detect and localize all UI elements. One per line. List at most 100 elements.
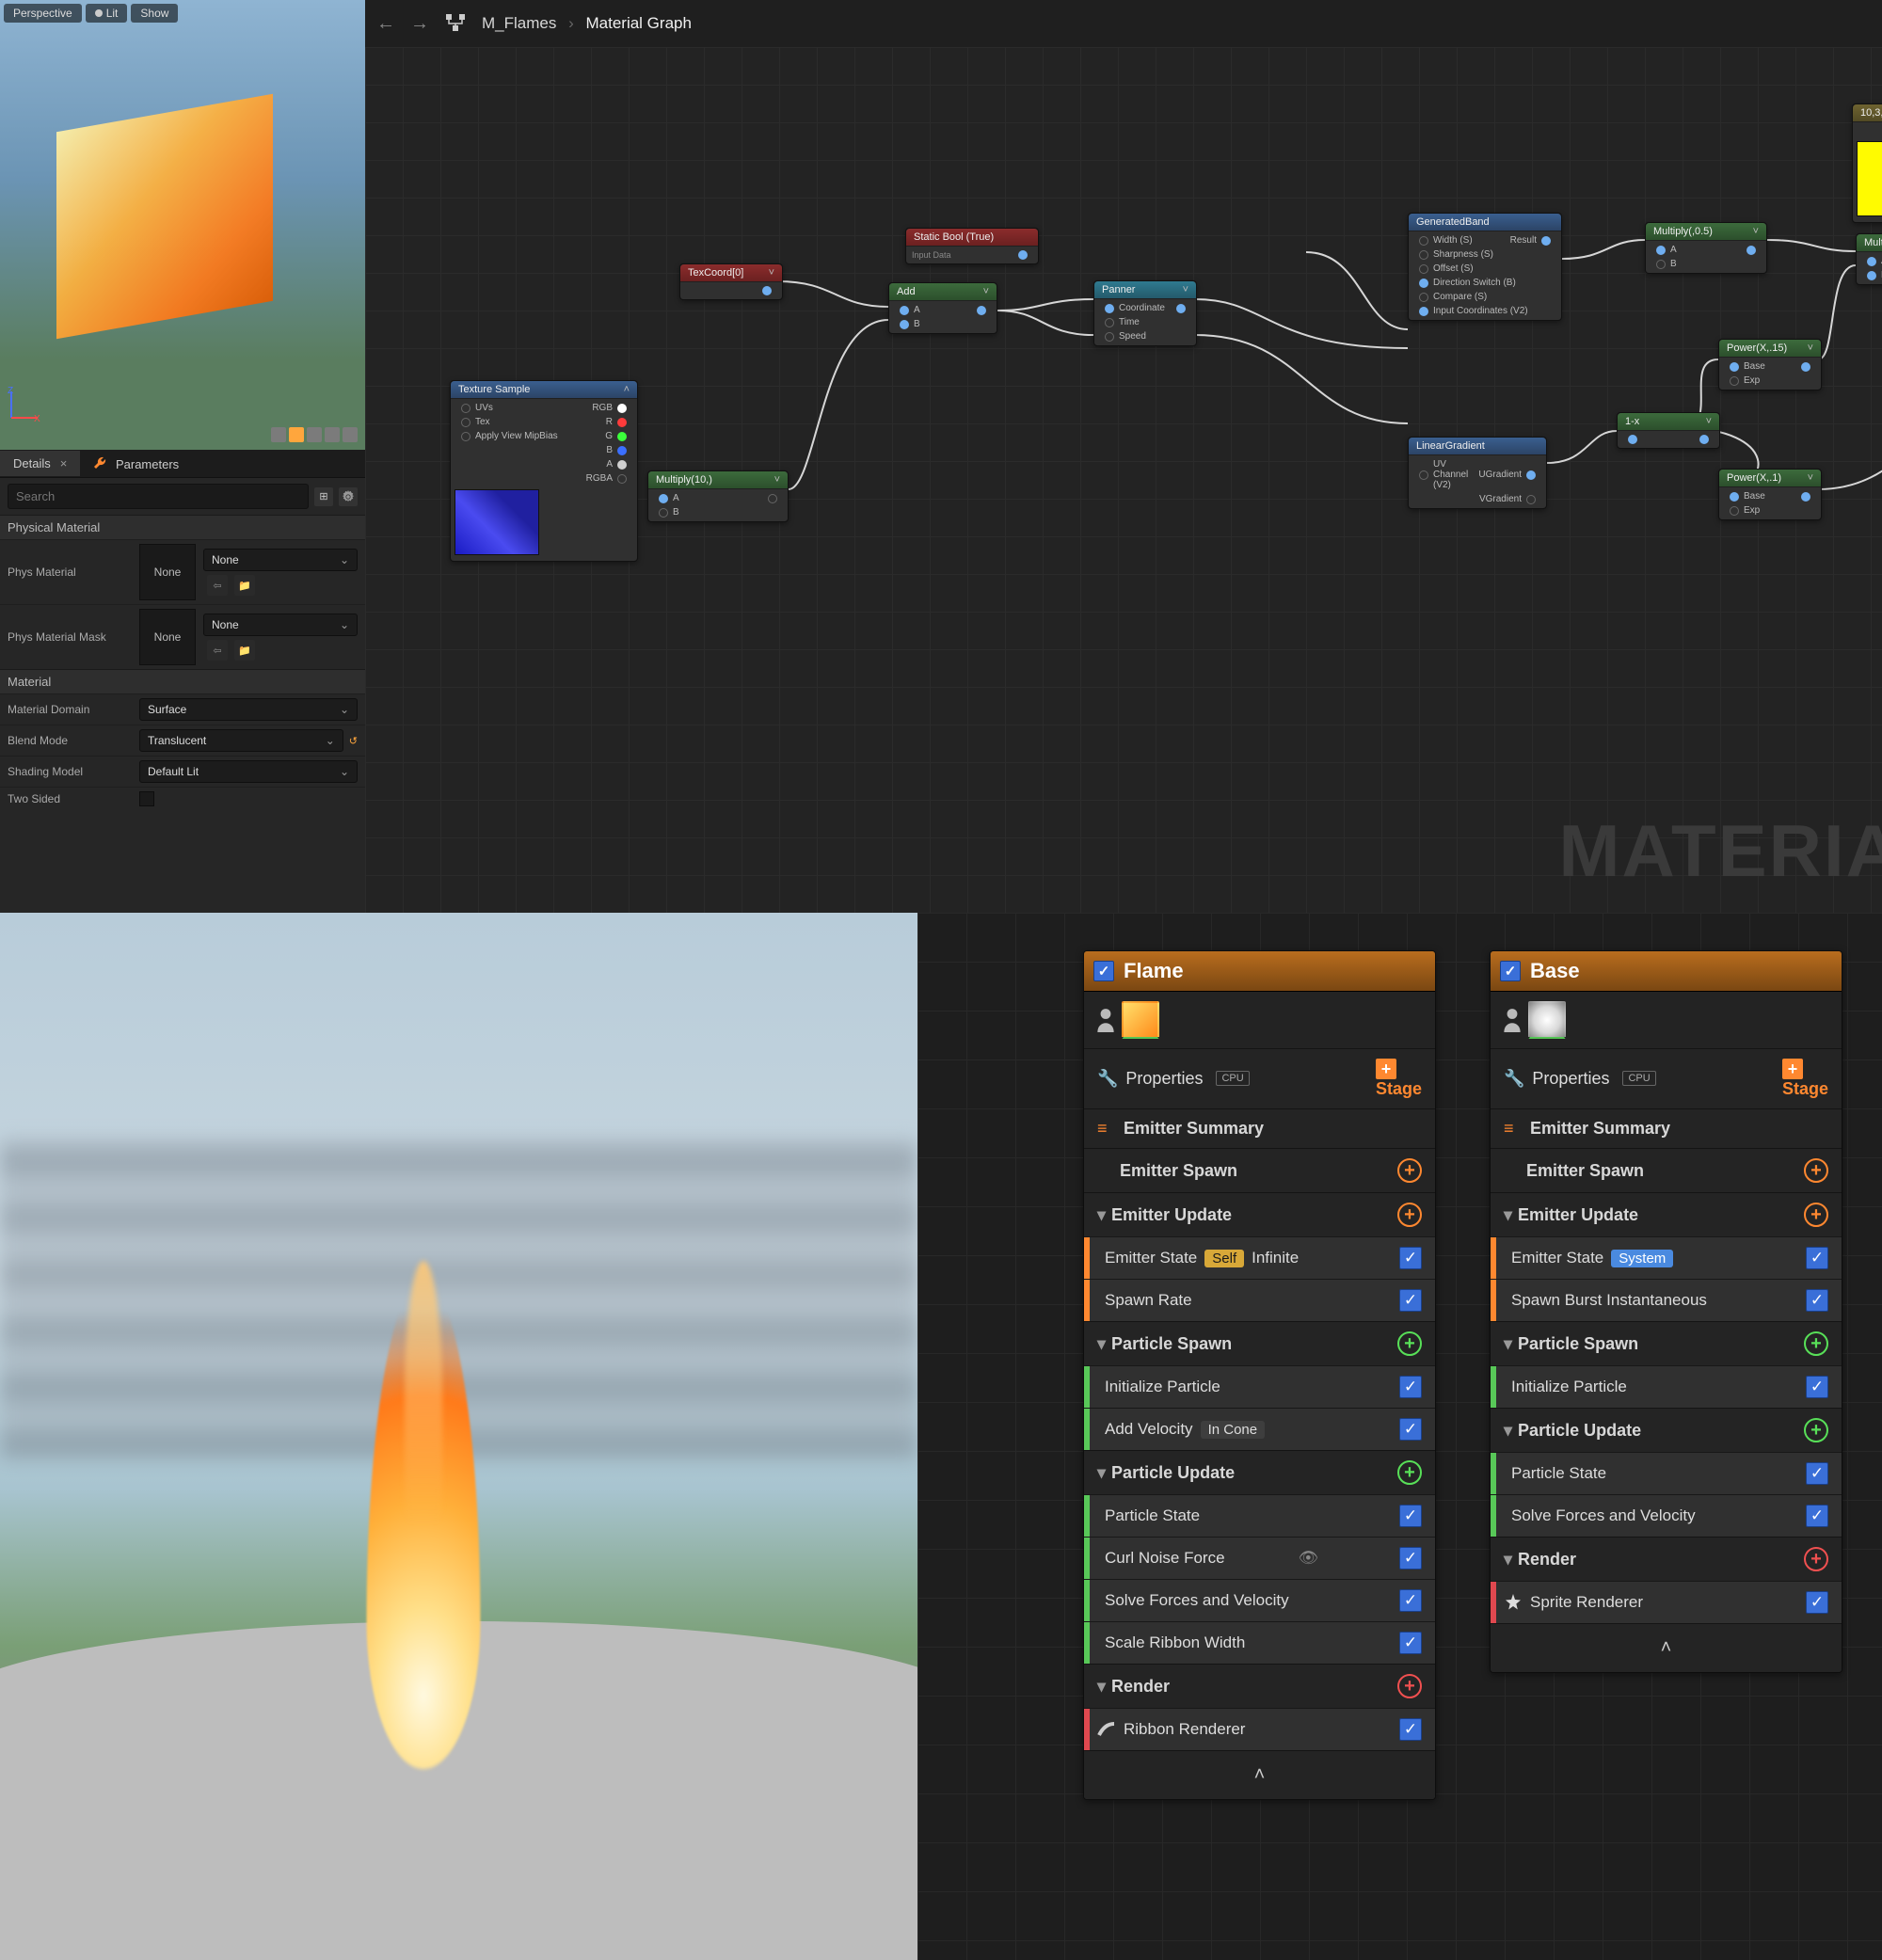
section-emitter-summary[interactable]: ≡Emitter Summary <box>1084 1108 1435 1148</box>
search-input[interactable] <box>8 484 309 509</box>
emitter-properties-row[interactable]: 🔧 Properties CPU +Stage <box>1491 1048 1842 1108</box>
module-checkbox[interactable]: ✓ <box>1399 1589 1422 1612</box>
enable-checkbox[interactable]: ✓ <box>1500 961 1521 981</box>
blend-mode-dropdown[interactable]: Translucent <box>139 729 343 752</box>
two-sided-checkbox[interactable] <box>139 791 154 806</box>
add-module-button[interactable]: + <box>1397 1674 1422 1698</box>
node-power-15[interactable]: Power(X,.15)˅ Base Exp <box>1718 339 1822 390</box>
settings-button[interactable] <box>339 487 358 506</box>
emitter-thumbnail[interactable] <box>1122 1001 1159 1039</box>
emitter-properties-row[interactable]: 🔧 Properties CPU +Stage <box>1084 1048 1435 1108</box>
node-generated-band[interactable]: GeneratedBand Width (S)Result Sharpness … <box>1408 213 1562 321</box>
tab-parameters[interactable]: Parameters <box>80 451 192 477</box>
section-emitter-summary[interactable]: ≡Emitter Summary <box>1491 1108 1842 1148</box>
emitter-flame-header[interactable]: ✓ Flame <box>1084 951 1435 992</box>
emitter-base[interactable]: ✓ Base 🔧 Properties CPU +Stage ≡Emitter … <box>1490 950 1842 1673</box>
node-one-minus[interactable]: 1-x˅ <box>1617 412 1720 449</box>
viewport-lit-button[interactable]: Lit <box>86 4 128 23</box>
reset-icon[interactable]: ↺ <box>349 735 358 747</box>
asset-thumb-slot[interactable]: None <box>139 609 196 665</box>
module-spawn-burst[interactable]: Spawn Burst Instantaneous ✓ <box>1491 1279 1842 1321</box>
module-solve-forces[interactable]: Solve Forces and Velocity ✓ <box>1491 1494 1842 1537</box>
module-emitter-state[interactable]: Emitter State Self Infinite ✓ <box>1084 1236 1435 1279</box>
module-checkbox[interactable]: ✓ <box>1399 1289 1422 1312</box>
add-module-button[interactable]: + <box>1397 1158 1422 1183</box>
node-static-bool[interactable]: Static Bool (True) Input Data <box>905 228 1039 264</box>
emitter-base-header[interactable]: ✓ Base <box>1491 951 1842 992</box>
shading-model-dropdown[interactable]: Default Lit <box>139 760 358 783</box>
emitter-thumbnail[interactable] <box>1528 1001 1566 1039</box>
add-module-button[interactable]: + <box>1804 1547 1828 1571</box>
enable-checkbox[interactable]: ✓ <box>1093 961 1114 981</box>
module-ribbon-renderer[interactable]: Ribbon Renderer ✓ <box>1084 1708 1435 1750</box>
module-checkbox[interactable]: ✓ <box>1806 1591 1828 1614</box>
module-checkbox[interactable]: ✓ <box>1399 1632 1422 1654</box>
node-power-1[interactable]: Power(X,.1)˅ Base Exp <box>1718 469 1822 520</box>
node-texture-sample[interactable]: Texture Sample˄ UVsRGB TexR Apply View M… <box>450 380 638 562</box>
module-emitter-state[interactable]: Emitter State System ✓ <box>1491 1236 1842 1279</box>
module-checkbox[interactable]: ✓ <box>1806 1247 1828 1269</box>
module-checkbox[interactable]: ✓ <box>1399 1418 1422 1441</box>
visibility-icon[interactable]: 👁 <box>1298 1549 1318 1568</box>
section-emitter-spawn[interactable]: Emitter Spawn + <box>1491 1148 1842 1192</box>
section-particle-spawn[interactable]: ▾Particle Spawn + <box>1491 1321 1842 1365</box>
section-emitter-spawn[interactable]: Emitter Spawn + <box>1084 1148 1435 1192</box>
node-texcoord[interactable]: TexCoord[0]˅ <box>679 263 783 300</box>
node-linear-gradient[interactable]: LinearGradient UV Channel (V2)UGradient … <box>1408 437 1547 509</box>
module-checkbox[interactable]: ✓ <box>1399 1247 1422 1269</box>
section-particle-spawn[interactable]: ▾Particle Spawn + <box>1084 1321 1435 1365</box>
section-particle-update[interactable]: ▾Particle Update + <box>1491 1408 1842 1452</box>
node-multiply[interactable]: Multiply˅ A B <box>1856 233 1882 285</box>
add-module-button[interactable]: + <box>1804 1158 1828 1183</box>
use-selected-button[interactable]: ⇦ <box>207 640 228 661</box>
shape-plane-button[interactable] <box>307 427 322 442</box>
phys-material-mask-dropdown[interactable]: None <box>203 613 358 636</box>
node-add-1[interactable]: Add˅ A B <box>888 282 997 334</box>
color-swatch[interactable] <box>1857 141 1882 216</box>
shape-sphere-button[interactable] <box>289 427 304 442</box>
section-emitter-update[interactable]: ▾Emitter Update + <box>1491 1192 1842 1236</box>
shape-custom-button[interactable] <box>343 427 358 442</box>
add-stage-button[interactable]: + <box>1376 1059 1396 1079</box>
chevron-down-icon[interactable]: ▾ <box>1097 1205 1106 1225</box>
module-checkbox[interactable]: ✓ <box>1806 1462 1828 1485</box>
node-multiply-10[interactable]: Multiply(10,)˅ A B <box>647 470 789 522</box>
add-module-button[interactable]: + <box>1804 1418 1828 1442</box>
module-checkbox[interactable]: ✓ <box>1399 1505 1422 1527</box>
module-checkbox[interactable]: ✓ <box>1806 1505 1828 1527</box>
category-physical-material[interactable]: Physical Material <box>0 515 365 539</box>
expand-button[interactable]: ˄ <box>1084 1750 1435 1799</box>
nav-back-button[interactable]: ← <box>376 13 395 35</box>
add-module-button[interactable]: + <box>1804 1203 1828 1227</box>
viewport-perspective-button[interactable]: Perspective <box>4 4 82 23</box>
asset-thumb-slot[interactable]: None <box>139 544 196 600</box>
module-sprite-renderer[interactable]: Sprite Renderer ✓ <box>1491 1581 1842 1623</box>
emitter-flame[interactable]: ✓ Flame 🔧 Properties CPU +Stage ≡Emitter… <box>1083 950 1436 1800</box>
module-checkbox[interactable]: ✓ <box>1806 1376 1828 1398</box>
material-domain-dropdown[interactable]: Surface <box>139 698 358 721</box>
module-scale-ribbon[interactable]: Scale Ribbon Width ✓ <box>1084 1621 1435 1664</box>
add-stage-button[interactable]: + <box>1782 1059 1803 1079</box>
module-checkbox[interactable]: ✓ <box>1806 1289 1828 1312</box>
material-viewport[interactable]: Perspective Lit Show Z X <box>0 0 365 450</box>
add-module-button[interactable]: + <box>1804 1331 1828 1356</box>
texture-thumbnail[interactable] <box>455 489 539 555</box>
view-options-button[interactable]: ⊞ <box>314 487 333 506</box>
node-constant-color[interactable]: 10,3,0,1˄ <box>1852 104 1882 223</box>
module-curl-noise[interactable]: Curl Noise Force 👁 ✓ <box>1084 1537 1435 1579</box>
crumb-asset[interactable]: M_Flames <box>482 14 556 32</box>
module-initialize-particle[interactable]: Initialize Particle ✓ <box>1084 1365 1435 1408</box>
browse-button[interactable]: 📁 <box>234 640 255 661</box>
category-material[interactable]: Material <box>0 669 365 693</box>
section-emitter-update[interactable]: ▾Emitter Update + <box>1084 1192 1435 1236</box>
section-particle-update[interactable]: ▾Particle Update + <box>1084 1450 1435 1494</box>
expand-button[interactable]: ˄ <box>1491 1623 1842 1672</box>
shape-cylinder-button[interactable] <box>271 427 286 442</box>
add-module-button[interactable]: + <box>1397 1331 1422 1356</box>
nav-forward-button[interactable]: → <box>410 13 429 35</box>
tab-details[interactable]: Details× <box>0 451 80 476</box>
viewport-show-button[interactable]: Show <box>131 4 178 23</box>
add-module-button[interactable]: + <box>1397 1460 1422 1485</box>
crumb-graph[interactable]: Material Graph <box>586 14 692 32</box>
chevron-up-icon[interactable]: ˄ <box>624 384 630 395</box>
